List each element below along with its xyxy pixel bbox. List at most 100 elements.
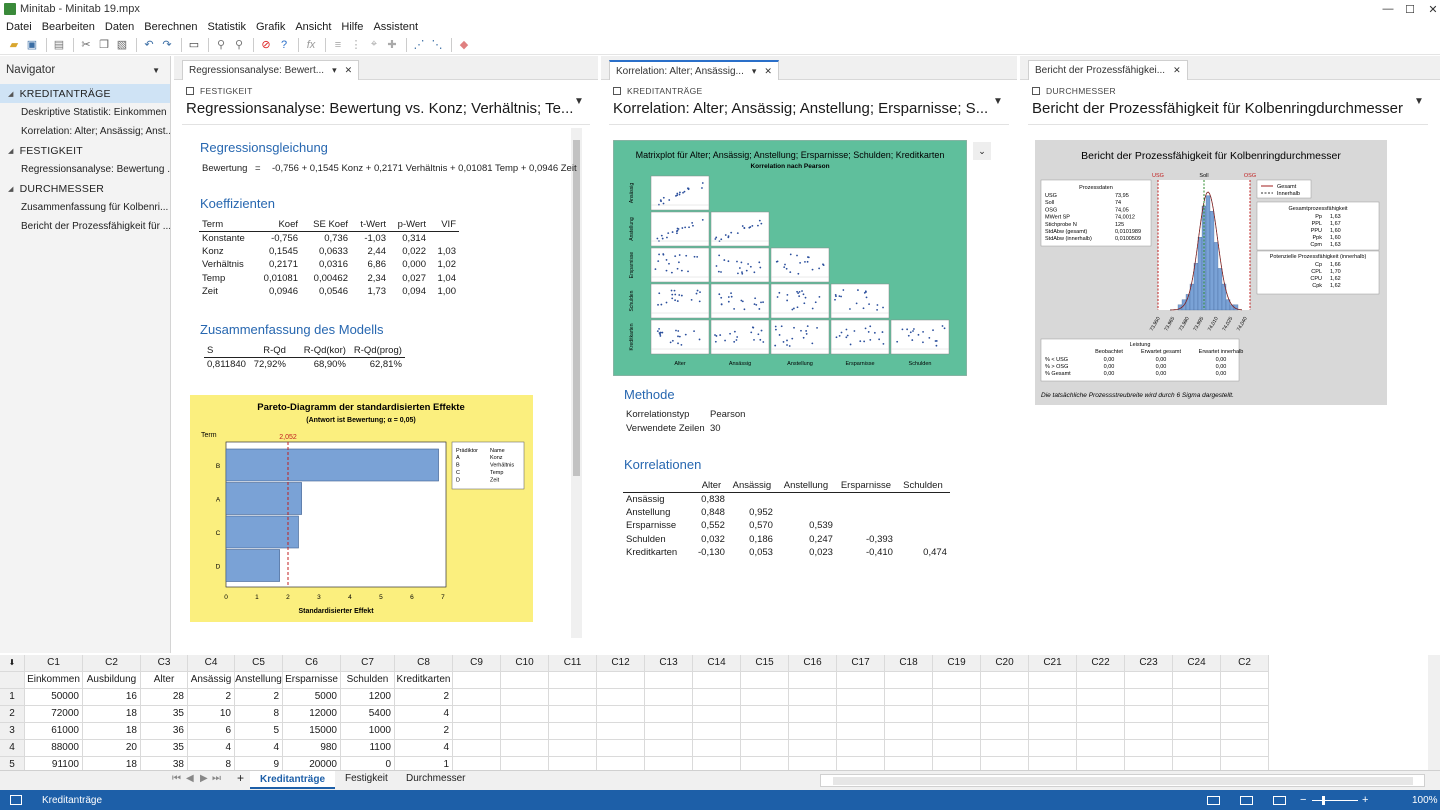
data-cell[interactable] [789, 689, 837, 706]
column-name-cell[interactable] [645, 672, 693, 689]
data-cell[interactable] [741, 689, 789, 706]
data-cell[interactable] [597, 723, 645, 740]
data-cell[interactable] [549, 740, 597, 757]
column-name-cell[interactable] [741, 672, 789, 689]
column-name-cell[interactable]: Anstellung [235, 672, 283, 689]
column-id-header[interactable]: C2 [83, 655, 141, 672]
data-cell[interactable] [1125, 689, 1173, 706]
data-cell[interactable]: 18 [83, 706, 141, 723]
data-cell[interactable] [981, 689, 1029, 706]
chevron-down-icon[interactable]: ▼ [574, 96, 584, 107]
column-id-header[interactable]: C16 [789, 655, 837, 672]
graph-icon[interactable]: ⋰ [411, 37, 427, 53]
data-cell[interactable]: 8 [235, 706, 283, 723]
data-cell[interactable]: 35 [141, 706, 188, 723]
data-cell[interactable] [1173, 723, 1221, 740]
column-name-cell[interactable] [1125, 672, 1173, 689]
column-id-header[interactable]: C4 [188, 655, 235, 672]
data-cell[interactable] [1077, 740, 1125, 757]
data-cell[interactable]: 5 [235, 723, 283, 740]
column-name-cell[interactable] [1221, 672, 1269, 689]
zoom-slider[interactable] [1312, 799, 1358, 801]
menu-bearbeiten[interactable]: Bearbeiten [42, 21, 95, 33]
data-cell[interactable] [693, 706, 741, 723]
data-cell[interactable]: 91100 [25, 757, 83, 770]
column-name-cell[interactable] [501, 672, 549, 689]
pane-tab[interactable]: Bericht der Prozessfähigkei... ✕ [1028, 60, 1188, 80]
data-cell[interactable]: 72000 [25, 706, 83, 723]
data-cell[interactable] [981, 757, 1029, 770]
column-id-header[interactable]: C12 [597, 655, 645, 672]
scroll-down-icon[interactable] [571, 628, 582, 638]
nav-group-durchmesser[interactable]: ◢ DURCHMESSER [0, 179, 170, 198]
data-cell[interactable]: 2 [395, 689, 453, 706]
column-id-header[interactable]: C5 [235, 655, 283, 672]
column-id-header[interactable]: C9 [453, 655, 501, 672]
open-icon[interactable]: ▰ [6, 37, 22, 53]
data-cell[interactable]: 88000 [25, 740, 83, 757]
data-cell[interactable] [693, 689, 741, 706]
data-cell[interactable] [741, 723, 789, 740]
data-cell[interactable] [741, 757, 789, 770]
data-cell[interactable] [885, 706, 933, 723]
data-cell[interactable] [1077, 723, 1125, 740]
data-cell[interactable] [645, 740, 693, 757]
data-cell[interactable] [453, 706, 501, 723]
chevron-down-icon[interactable]: ▼ [1414, 96, 1424, 107]
close-button[interactable]: ✕ [1420, 0, 1440, 18]
data-cell[interactable] [741, 740, 789, 757]
row-number[interactable]: 1 [0, 689, 25, 706]
data-cell[interactable] [933, 740, 981, 757]
data-cell[interactable] [741, 706, 789, 723]
data-cell[interactable] [1125, 706, 1173, 723]
column-name-cell[interactable] [933, 672, 981, 689]
next-sheet-icon[interactable]: ▶ [200, 773, 208, 784]
column-id-header[interactable]: C14 [693, 655, 741, 672]
data-cell[interactable] [837, 723, 885, 740]
column-name-cell[interactable]: Ausbildung [83, 672, 141, 689]
data-cell[interactable] [837, 689, 885, 706]
chevron-down-icon[interactable]: ▾ [332, 65, 337, 76]
chevron-down-icon[interactable]: ▾ [752, 66, 757, 77]
column-id-header[interactable]: C24 [1173, 655, 1221, 672]
graph-edit-icon[interactable]: ⋱ [429, 37, 445, 53]
column-id-header[interactable]: C20 [981, 655, 1029, 672]
column-name-cell[interactable] [453, 672, 501, 689]
nav-item[interactable]: Korrelation: Alter; Ansässig; Anst... [0, 122, 170, 141]
data-cell[interactable]: 50000 [25, 689, 83, 706]
data-cell[interactable] [1077, 706, 1125, 723]
data-cell[interactable] [933, 757, 981, 770]
window-icon[interactable]: ▭ [186, 37, 202, 53]
menu-datei[interactable]: Datei [6, 21, 32, 33]
column-id-header[interactable]: C8 [395, 655, 453, 672]
data-cell[interactable]: 4 [188, 740, 235, 757]
chevron-down-icon[interactable]: ▼ [152, 66, 160, 75]
data-cell[interactable]: 16 [83, 689, 141, 706]
eraser-icon[interactable]: ◆ [456, 37, 472, 53]
column-id-header[interactable]: C3 [141, 655, 188, 672]
column-name-cell[interactable]: Ersparnisse [283, 672, 341, 689]
data-cell[interactable] [1221, 740, 1269, 757]
column-name-cell[interactable]: Schulden [341, 672, 395, 689]
column-name-cell[interactable] [597, 672, 645, 689]
data-cell[interactable] [549, 706, 597, 723]
data-cell[interactable] [1029, 740, 1077, 757]
data-cell[interactable] [549, 689, 597, 706]
data-cell[interactable]: 0 [341, 757, 395, 770]
worksheet-view-icon[interactable] [1207, 795, 1220, 805]
collapse-triangle-icon[interactable]: ◢ [8, 147, 14, 155]
chevron-down-icon[interactable]: ▼ [993, 96, 1003, 107]
copy-icon[interactable]: ❐ [96, 37, 112, 53]
column-name-cell[interactable]: Einkommen [25, 672, 83, 689]
help-icon[interactable]: ? [276, 37, 292, 53]
data-cell[interactable] [933, 689, 981, 706]
data-cell[interactable]: 18 [83, 757, 141, 770]
column-name-cell[interactable] [549, 672, 597, 689]
find-icon[interactable]: ⚲ [213, 37, 229, 53]
nav-item[interactable]: Regressionsanalyse: Bewertung ... [0, 160, 170, 179]
prev-sheet-icon[interactable]: ◀ [186, 773, 194, 784]
menu-hilfe[interactable]: Hilfe [341, 21, 363, 33]
insert-cols-icon[interactable]: ⋮ [348, 37, 364, 53]
column-name-cell[interactable]: Kreditkarten [395, 672, 453, 689]
data-cell[interactable] [1125, 740, 1173, 757]
